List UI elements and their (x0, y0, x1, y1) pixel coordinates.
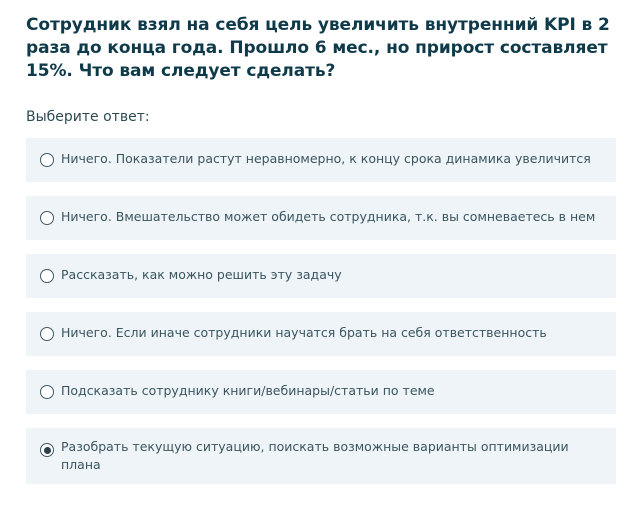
answer-option-6[interactable]: Разобрать текущую ситуацию, поискать воз… (26, 428, 616, 484)
answer-option-label: Разобрать текущую ситуацию, поискать воз… (61, 439, 569, 472)
quiz-card: Сотрудник взял на себя цель увеличить вн… (0, 0, 635, 507)
radio-button-6[interactable] (40, 443, 54, 457)
answer-option-3[interactable]: Рассказать, как можно решить эту задачу (26, 254, 616, 298)
answer-option-label: Ничего. Показатели растут неравномерно, … (61, 151, 591, 166)
answer-option-label: Ничего. Вмешательство может обидеть сотр… (61, 209, 596, 224)
answer-option-2[interactable]: Ничего. Вмешательство может обидеть сотр… (26, 196, 616, 240)
answer-prompt: Выберите ответ: (26, 109, 150, 125)
answer-options: Ничего. Показатели растут неравномерно, … (26, 138, 616, 498)
radio-button-3[interactable] (40, 269, 54, 283)
answer-option-5[interactable]: Подсказать сотруднику книги/вебинары/ста… (26, 370, 616, 414)
answer-option-label: Ничего. Если иначе сотрудники научатся б… (61, 325, 547, 340)
radio-button-2[interactable] (40, 211, 54, 225)
radio-button-4[interactable] (40, 327, 54, 341)
radio-button-1[interactable] (40, 153, 54, 167)
question-text: Сотрудник взял на себя цель увеличить вн… (26, 15, 610, 81)
radio-button-5[interactable] (40, 385, 54, 399)
answer-option-1[interactable]: Ничего. Показатели растут неравномерно, … (26, 138, 616, 182)
answer-option-label: Подсказать сотруднику книги/вебинары/ста… (61, 383, 435, 398)
answer-option-4[interactable]: Ничего. Если иначе сотрудники научатся б… (26, 312, 616, 356)
answer-option-label: Рассказать, как можно решить эту задачу (61, 267, 342, 282)
